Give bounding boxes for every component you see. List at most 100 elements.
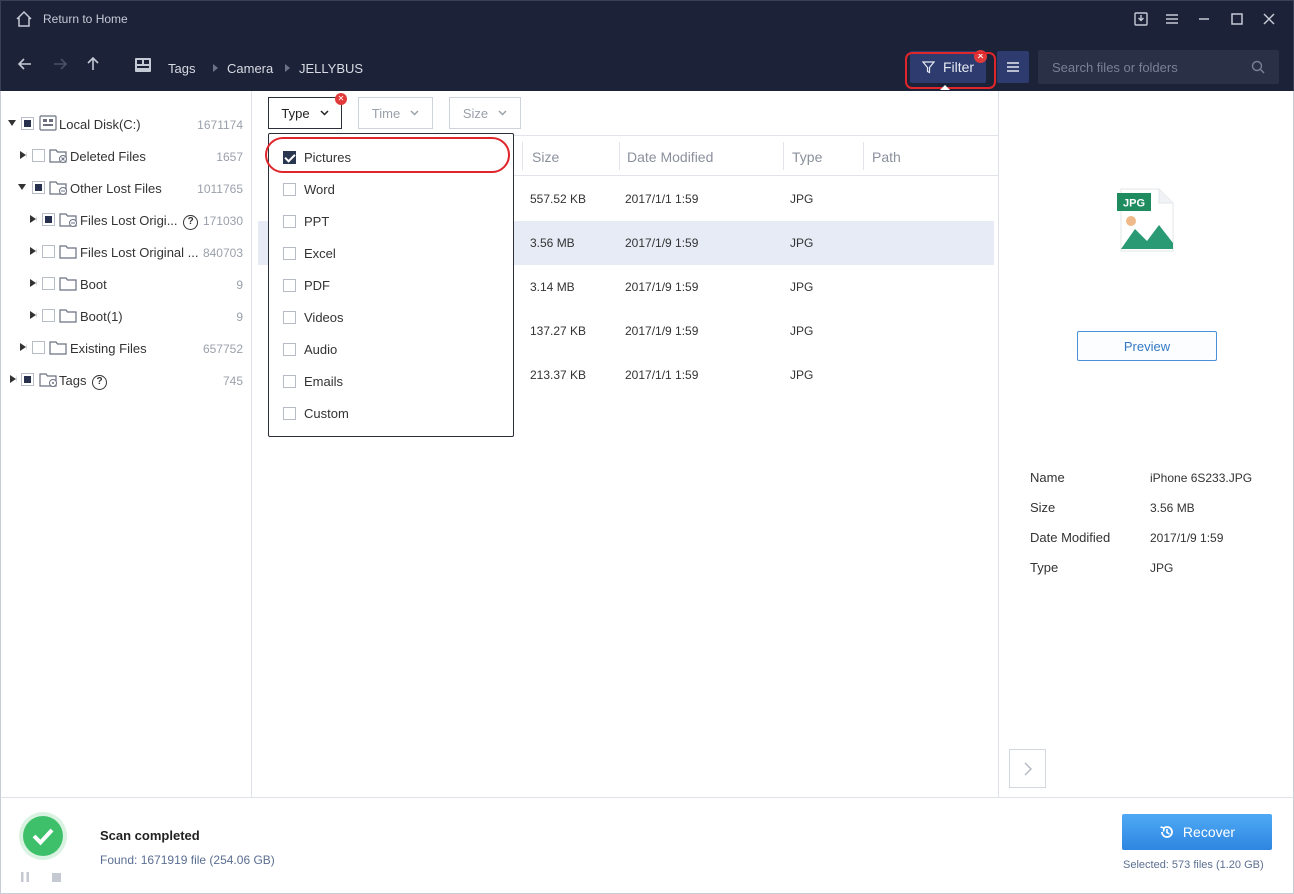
- tree-item-boot[interactable]: Boot 9: [1, 268, 251, 300]
- option-checkbox[interactable]: [283, 375, 296, 388]
- return-home-link[interactable]: Return to Home: [43, 12, 128, 26]
- help-icon[interactable]: ?: [92, 375, 108, 390]
- file-size: 3.56 MB: [530, 236, 575, 250]
- tree-item-existing-files[interactable]: Existing Files 657752: [1, 332, 251, 364]
- tree-item-files-lost-original[interactable]: Files Lost Original ... 840703: [1, 236, 251, 268]
- type-option-emails[interactable]: Emails: [269, 365, 513, 397]
- expand-arrow-icon[interactable]: [10, 375, 17, 383]
- breadcrumb-jellybus[interactable]: JELLYBUS: [299, 61, 363, 76]
- type-option-audio[interactable]: Audio: [269, 333, 513, 365]
- selected-summary: Selected: 573 files (1.20 GB): [1123, 859, 1264, 871]
- option-checkbox[interactable]: [283, 215, 296, 228]
- pause-icon[interactable]: [20, 872, 30, 882]
- stop-icon[interactable]: [52, 873, 61, 882]
- feedback-icon[interactable]: [1131, 9, 1151, 29]
- type-option-videos[interactable]: Videos: [269, 301, 513, 333]
- tree-item-other-lost-files[interactable]: Other Lost Files 1011765: [1, 172, 251, 204]
- search-input[interactable]: [1038, 50, 1248, 84]
- collapse-arrow-icon[interactable]: [18, 184, 26, 190]
- type-option-ppt[interactable]: PPT: [269, 205, 513, 237]
- tree-item-local-disk[interactable]: Local Disk(C:) 1671174: [1, 108, 251, 140]
- up-arrow-icon[interactable]: [84, 55, 102, 73]
- option-label: Custom: [304, 406, 349, 421]
- clear-type-filter-icon[interactable]: ✕: [335, 93, 347, 105]
- next-file-button[interactable]: [1009, 749, 1046, 788]
- tree-checkbox[interactable]: [42, 213, 55, 226]
- size-filter-dropdown[interactable]: Size: [449, 97, 521, 129]
- close-icon[interactable]: [1259, 9, 1279, 29]
- option-checkbox[interactable]: [283, 343, 296, 356]
- breadcrumb-camera[interactable]: Camera: [227, 61, 273, 76]
- breadcrumb-separator-icon: [213, 64, 218, 72]
- column-type[interactable]: Type: [792, 149, 822, 165]
- type-option-pdf[interactable]: PDF: [269, 269, 513, 301]
- menu-icon[interactable]: [1162, 9, 1182, 29]
- recover-label: Recover: [1182, 824, 1236, 840]
- option-checkbox[interactable]: [283, 247, 296, 260]
- type-option-word[interactable]: Word: [269, 173, 513, 205]
- expand-arrow-icon[interactable]: [20, 343, 27, 351]
- option-checkbox[interactable]: [283, 183, 296, 196]
- column-date-modified[interactable]: Date Modified: [627, 149, 713, 165]
- deleted-folder-icon: [49, 149, 67, 163]
- tree-checkbox[interactable]: [21, 117, 34, 130]
- tree-checkbox[interactable]: [42, 309, 55, 322]
- column-size[interactable]: Size: [532, 149, 559, 165]
- expand-arrow-icon[interactable]: [30, 311, 37, 319]
- tree-checkbox[interactable]: [21, 373, 34, 386]
- search-box: [1038, 50, 1279, 84]
- chevron-down-icon: [498, 110, 507, 116]
- type-filter-dropdown[interactable]: Type ✕: [268, 93, 347, 129]
- type-option-excel[interactable]: Excel: [269, 237, 513, 269]
- minimize-icon[interactable]: [1194, 9, 1214, 29]
- file-type: JPG: [790, 236, 814, 250]
- tree-checkbox[interactable]: [42, 277, 55, 290]
- tree-item-count: 9: [236, 278, 243, 292]
- search-icon[interactable]: [1251, 60, 1265, 74]
- tree-checkbox[interactable]: [32, 181, 45, 194]
- expand-arrow-icon[interactable]: [30, 279, 37, 287]
- tree-item-deleted-files[interactable]: Deleted Files 1657: [1, 140, 251, 172]
- forward-arrow-icon[interactable]: [51, 55, 69, 73]
- time-filter-dropdown[interactable]: Time: [358, 97, 433, 129]
- collapse-arrow-icon[interactable]: [8, 120, 16, 126]
- back-arrow-icon[interactable]: [16, 55, 34, 73]
- tree-item-label: Existing Files: [70, 341, 147, 356]
- tree-item-files-lost-origi[interactable]: Files Lost Origi... ? 171030: [1, 204, 251, 236]
- file-type: JPG: [790, 280, 814, 294]
- expand-arrow-icon[interactable]: [30, 247, 37, 255]
- prop-value-date: 2017/1/9 1:59: [1150, 531, 1224, 545]
- recover-button[interactable]: Recover: [1122, 814, 1272, 850]
- help-icon[interactable]: ?: [183, 215, 199, 230]
- option-checkbox[interactable]: [283, 407, 296, 420]
- column-divider: [522, 142, 523, 170]
- home-icon[interactable]: [15, 10, 33, 28]
- lost-folder-icon: [59, 213, 77, 227]
- file-date: 2017/1/1 1:59: [625, 368, 699, 382]
- tree-item-tags[interactable]: Tags ? 745: [1, 364, 251, 396]
- type-filter-menu: Pictures Word PPT Excel PDF Videos Audio…: [268, 133, 514, 437]
- jpg-badge-text: JPG: [1123, 198, 1145, 210]
- breadcrumb-tags[interactable]: Tags: [168, 61, 195, 76]
- preview-button[interactable]: Preview: [1077, 331, 1217, 361]
- tree-checkbox[interactable]: [42, 245, 55, 258]
- expand-arrow-icon[interactable]: [20, 151, 27, 159]
- list-view-button[interactable]: [997, 51, 1029, 83]
- tree-checkbox[interactable]: [32, 341, 45, 354]
- type-option-custom[interactable]: Custom: [269, 397, 513, 429]
- option-checkbox[interactable]: [283, 279, 296, 292]
- file-size: 3.14 MB: [530, 280, 575, 294]
- option-checkbox[interactable]: [283, 311, 296, 324]
- drive-icon: [135, 58, 151, 72]
- column-path[interactable]: Path: [872, 149, 901, 165]
- tree-item-boot-1[interactable]: Boot(1) 9: [1, 300, 251, 332]
- expand-arrow-icon[interactable]: [30, 215, 37, 223]
- tree-checkbox[interactable]: [32, 149, 45, 162]
- status-footer: Scan completed Found: 1671919 file (254.…: [0, 797, 1294, 894]
- maximize-icon[interactable]: [1227, 9, 1247, 29]
- column-divider: [783, 142, 784, 170]
- tree-item-count: 1671174: [197, 118, 243, 132]
- tree-item-count: 840703: [202, 246, 243, 260]
- tree-item-count: 171030: [202, 214, 243, 228]
- tree-item-label: Deleted Files: [70, 149, 146, 164]
